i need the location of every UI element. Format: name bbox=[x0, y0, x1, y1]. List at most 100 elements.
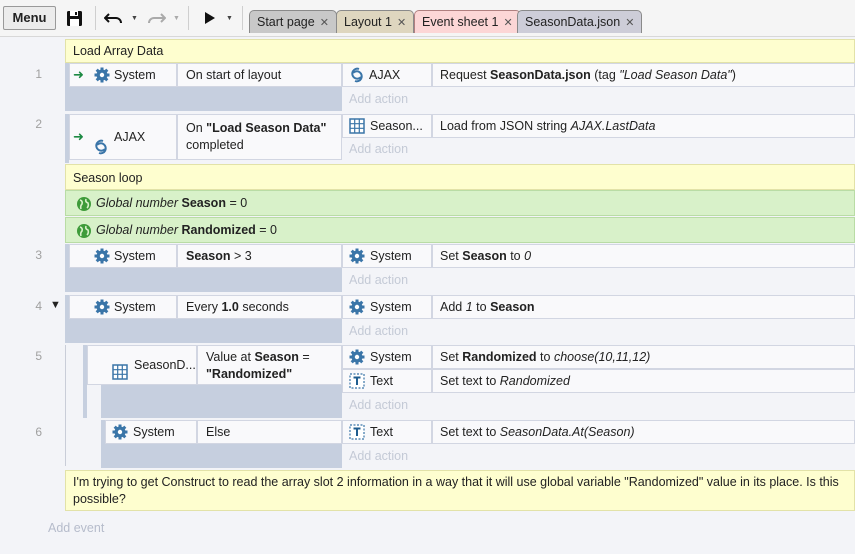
undo-dropdown-icon[interactable]: ▼ bbox=[131, 8, 138, 28]
condition-text[interactable]: Season > 3 bbox=[177, 244, 342, 268]
add-action-link[interactable]: Add action bbox=[349, 273, 408, 287]
condition-object[interactable]: System bbox=[69, 295, 177, 319]
comment-load-array-data[interactable]: Load Array Data bbox=[65, 39, 855, 63]
toolbar-separator bbox=[188, 6, 189, 30]
action-object[interactable]: Text bbox=[342, 369, 432, 393]
action-object[interactable]: AJAX bbox=[342, 63, 432, 87]
condition-text-part: = bbox=[302, 350, 310, 364]
condition-object[interactable]: System bbox=[69, 244, 177, 268]
condition-text-part: > 3 bbox=[233, 249, 252, 263]
action-text-italic: 1 bbox=[465, 300, 473, 314]
global-variable-randomized[interactable]: Global number Randomized = 0 bbox=[65, 217, 855, 243]
text-object-icon bbox=[349, 373, 365, 389]
add-action-link[interactable]: Add action bbox=[349, 324, 408, 338]
add-event-link[interactable]: Add event bbox=[48, 521, 104, 535]
collapse-triangle-icon[interactable]: ▼ bbox=[50, 299, 61, 311]
condition-text[interactable]: Else bbox=[197, 420, 342, 444]
object-name: System bbox=[370, 249, 412, 263]
save-icon[interactable] bbox=[66, 8, 83, 28]
action-text-bold: Season bbox=[490, 300, 535, 314]
tab-event-sheet-1[interactable]: Event sheet 1 ✕ bbox=[414, 10, 521, 33]
action-text-bold: Season bbox=[462, 249, 507, 263]
add-action-link[interactable]: Add action bbox=[349, 92, 408, 106]
action-text-part: Set text to bbox=[440, 374, 497, 388]
object-name: AJAX bbox=[114, 130, 146, 144]
redo-dropdown-icon[interactable]: ▼ bbox=[173, 8, 180, 28]
action-text[interactable]: Add 1 to Season bbox=[432, 295, 855, 319]
play-dropdown-icon[interactable]: ▼ bbox=[226, 8, 233, 28]
tab-label: Layout 1 bbox=[344, 15, 392, 29]
condition-text-part: Value at bbox=[206, 350, 251, 364]
close-icon[interactable]: ✕ bbox=[320, 17, 329, 29]
condition-text[interactable]: On start of layout bbox=[177, 63, 342, 87]
tab-start-page[interactable]: Start page ✕ bbox=[249, 10, 337, 33]
object-name: Text bbox=[370, 374, 393, 388]
action-object[interactable]: Season... bbox=[342, 114, 432, 138]
close-icon[interactable]: ✕ bbox=[397, 17, 406, 29]
global-variable-season[interactable]: Global number Season = 0 bbox=[65, 190, 855, 216]
action-text[interactable]: Set text to Randomized bbox=[432, 369, 855, 393]
condition-object[interactable]: ➜ System bbox=[69, 63, 177, 87]
action-text-part: to bbox=[476, 300, 487, 314]
condition-empty-area bbox=[69, 87, 342, 111]
action-text-part: Set bbox=[440, 249, 459, 263]
condition-object[interactable]: ➜ AJAX bbox=[69, 114, 177, 160]
close-icon[interactable]: ✕ bbox=[625, 17, 634, 29]
menu-button[interactable]: Menu bbox=[3, 6, 56, 30]
action-text[interactable]: Load from JSON string AJAX.LastData bbox=[432, 114, 855, 138]
action-text-bold: Randomized bbox=[462, 350, 537, 364]
condition-text[interactable]: Value at Season = "Randomized" bbox=[197, 345, 342, 385]
action-object[interactable]: System bbox=[342, 295, 432, 319]
object-name: System bbox=[370, 300, 412, 314]
action-text-part: Add bbox=[440, 300, 463, 314]
condition-text[interactable]: On "Load Season Data" completed bbox=[177, 114, 342, 160]
object-name: Season... bbox=[370, 119, 423, 133]
condition-text[interactable]: Every 1.0 seconds bbox=[177, 295, 342, 319]
play-icon[interactable] bbox=[204, 8, 216, 28]
action-text[interactable]: Set text to SeasonData.At(Season) bbox=[432, 420, 855, 444]
gear-icon bbox=[349, 349, 365, 365]
action-text-part: Load from JSON string bbox=[440, 119, 568, 133]
variable-name: Season bbox=[181, 196, 226, 210]
gear-icon bbox=[94, 67, 110, 83]
condition-object[interactable]: SeasonD... bbox=[87, 345, 197, 385]
action-object[interactable]: Text bbox=[342, 420, 432, 444]
condition-object[interactable]: System bbox=[105, 420, 197, 444]
toolbar-separator bbox=[242, 6, 243, 30]
gear-icon bbox=[112, 424, 128, 440]
condition-label: Else bbox=[206, 425, 231, 439]
tab-layout-1[interactable]: Layout 1 ✕ bbox=[336, 10, 415, 33]
event-number: 2 bbox=[35, 117, 42, 131]
close-icon[interactable]: ✕ bbox=[503, 17, 512, 29]
action-text[interactable]: Request SeasonData.json (tag "Load Seaso… bbox=[432, 63, 855, 87]
array-grid-icon bbox=[112, 357, 128, 380]
tab-seasondata-json[interactable]: SeasonData.json ✕ bbox=[517, 10, 643, 33]
comment-season-loop[interactable]: Season loop bbox=[65, 164, 855, 190]
action-text-part: to bbox=[510, 249, 521, 263]
array-grid-icon bbox=[349, 118, 365, 134]
condition-label: On start of layout bbox=[186, 68, 282, 82]
redo-icon[interactable] bbox=[146, 8, 166, 28]
variable-name: Randomized bbox=[181, 223, 256, 237]
trigger-arrow-icon: ➜ bbox=[73, 129, 84, 144]
object-name: AJAX bbox=[369, 68, 401, 82]
action-text-italic: "Load Season Data" bbox=[619, 68, 732, 82]
action-object[interactable]: System bbox=[342, 244, 432, 268]
add-action-link[interactable]: Add action bbox=[349, 449, 408, 463]
ajax-icon bbox=[350, 67, 364, 83]
add-action-link[interactable]: Add action bbox=[349, 142, 408, 156]
undo-icon[interactable] bbox=[104, 8, 124, 28]
action-object[interactable]: System bbox=[342, 345, 432, 369]
object-name: SeasonD... bbox=[134, 358, 196, 372]
ajax-icon bbox=[94, 129, 108, 155]
toolbar-separator bbox=[95, 6, 96, 30]
gear-icon bbox=[94, 248, 110, 264]
object-name: System bbox=[114, 300, 156, 314]
action-text-part: Set text to bbox=[440, 425, 497, 439]
action-text[interactable]: Set Season to 0 bbox=[432, 244, 855, 268]
add-action-link[interactable]: Add action bbox=[349, 398, 408, 412]
action-text-italic: choose(10,11,12) bbox=[553, 350, 651, 364]
comment-question[interactable]: I'm trying to get Construct to read the … bbox=[65, 470, 855, 511]
action-text[interactable]: Set Randomized to choose(10,11,12) bbox=[432, 345, 855, 369]
event-number: 3 bbox=[35, 248, 42, 262]
